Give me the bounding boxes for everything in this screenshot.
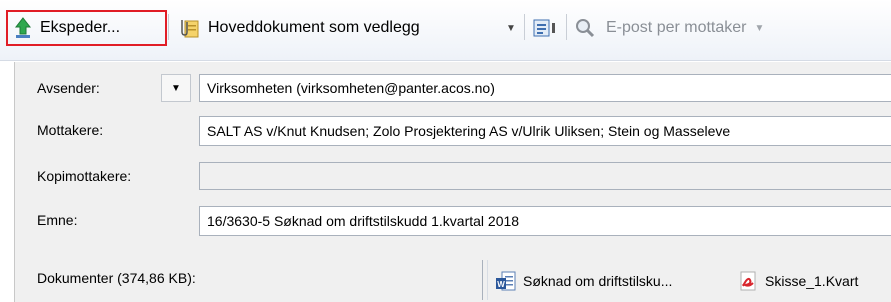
attachments-divider — [482, 260, 488, 300]
main-document-dropdown[interactable]: ▼ — [506, 8, 516, 48]
document-list-icon — [532, 17, 558, 39]
recipients-label: Mottakere: — [37, 122, 104, 138]
attachment-name: Skisse_1.Kvart — [765, 273, 859, 289]
paperclip-document-icon — [178, 17, 200, 39]
chevron-down-icon: ▼ — [754, 22, 765, 34]
word-doc-icon: W — [495, 270, 517, 292]
sender-label: Avsender: — [37, 80, 100, 96]
chevron-down-icon: ▼ — [171, 82, 181, 94]
documents-label: Dokumenter (374,86 KB): — [37, 270, 196, 286]
subject-label: Emne: — [37, 212, 78, 228]
sender-field[interactable]: Virksomheten (virksomheten@panter.acos.n… — [199, 74, 891, 102]
chevron-down-icon: ▼ — [506, 22, 516, 34]
send-button[interactable]: Ekspeder... — [14, 8, 120, 48]
subject-field[interactable]: 16/3630-5 Søknad om driftstilskudd 1.kva… — [199, 206, 891, 236]
recipients-field[interactable]: SALT AS v/Knut Knudsen; Zolo Prosjekteri… — [199, 116, 891, 146]
email-per-recipient-button[interactable]: E-post per mottaker ▼ — [574, 8, 764, 48]
sender-dropdown-button[interactable]: ▼ — [161, 74, 191, 102]
pdf-icon — [737, 270, 759, 292]
cc-label: Kopimottakere: — [37, 168, 132, 184]
main-document-as-attachment-button[interactable]: Hoveddokument som vedlegg — [178, 8, 420, 48]
magnifier-icon — [574, 17, 596, 39]
toolbar-separator — [168, 14, 169, 40]
send-icon — [14, 17, 32, 39]
email-per-recipient-label: E-post per mottaker — [606, 19, 747, 36]
document-list-button[interactable] — [532, 8, 558, 48]
send-button-label: Ekspeder... — [40, 19, 121, 36]
toolbar: Ekspeder... Hoveddokument som vedlegg ▼ — [0, 0, 891, 61]
svg-text:W: W — [497, 280, 505, 289]
message-form: Avsender: ▼ Virksomheten (virksomheten@p… — [14, 62, 891, 302]
attachment-item[interactable]: Skisse_1.Kvart — [737, 270, 858, 292]
toolbar-separator — [524, 14, 525, 40]
attachment-name: Søknad om driftstilsku... — [523, 273, 673, 289]
attachment-item[interactable]: W Søknad om driftstilsku... — [495, 270, 672, 292]
main-document-label: Hoveddokument som vedlegg — [208, 19, 420, 36]
toolbar-separator — [566, 14, 567, 40]
cc-field[interactable] — [199, 162, 891, 190]
